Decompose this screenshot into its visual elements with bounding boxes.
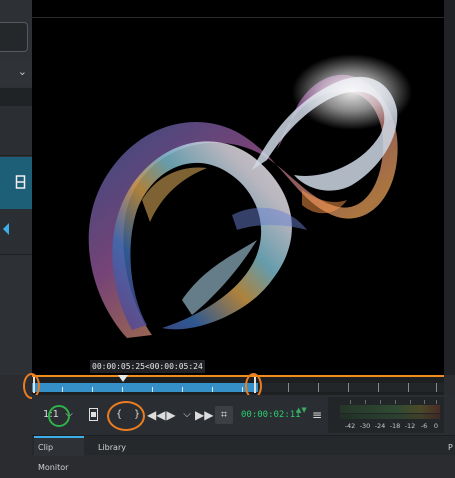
- meter-label: -30: [359, 422, 371, 430]
- ruler-tick: [182, 387, 183, 392]
- monitor-toolbar: 1:1 ⌵ { } ◀◀ ▶ ⌵ ▶▶ ⌗ 00:00:02:11 ▲▼ ≡ -…: [32, 395, 455, 435]
- forward-button[interactable]: ▶▶: [195, 406, 213, 424]
- ruler-tick: [92, 387, 93, 392]
- clip-monitor-view[interactable]: [32, 0, 455, 375]
- meter-tick: [424, 400, 425, 404]
- panel-divider: [0, 88, 32, 106]
- project-field[interactable]: [0, 22, 28, 52]
- tab-project[interactable]: P: [444, 436, 455, 456]
- dock-tab-bar: Clip Monitor Library P: [32, 435, 455, 472]
- timecode-tooltip: 00:00:05:25<00:00:05:24: [90, 360, 205, 373]
- rewind-button[interactable]: ◀◀: [147, 406, 165, 424]
- meter-label: -12: [404, 422, 416, 430]
- play-options-chevron-icon[interactable]: ⌵: [182, 406, 192, 424]
- tab-clip-monitor[interactable]: Clip Monitor: [34, 436, 84, 472]
- meter-tick: [395, 400, 396, 404]
- meter-channel-right: [340, 414, 440, 419]
- bin-item[interactable]: [0, 209, 32, 255]
- meter-tick: [350, 400, 351, 404]
- ruler-tick: [62, 387, 63, 392]
- monitor-menu-button[interactable]: ≡: [311, 406, 323, 424]
- ruler-tick: [242, 387, 243, 392]
- bin-item-selected[interactable]: [0, 157, 32, 209]
- ruler-tick: [408, 383, 409, 392]
- ruler-tick: [378, 383, 379, 392]
- ruler-tick: [212, 387, 213, 392]
- meter-channel-left: [340, 405, 440, 413]
- timecode-display[interactable]: 00:00:02:11: [241, 406, 301, 424]
- ruler-tick: [288, 383, 289, 392]
- meter-tick: [410, 400, 411, 404]
- video-frame-image: [88, 54, 412, 338]
- ruler-track: [258, 383, 444, 392]
- filter-dropdown[interactable]: ⌄: [0, 60, 32, 87]
- meter-label: -24: [374, 422, 386, 430]
- ruler-progress-line: [32, 375, 444, 377]
- monitor-ruler[interactable]: [32, 375, 444, 395]
- bin-item[interactable]: [0, 106, 32, 156]
- meter-label: 0: [433, 422, 439, 430]
- monitor-right-border: [444, 0, 455, 375]
- meter-label: -18: [389, 422, 401, 430]
- meter-label: -6: [420, 422, 428, 430]
- triangle-left-icon[interactable]: [3, 223, 9, 235]
- timecode-spin-icon[interactable]: ▲▼: [296, 406, 307, 424]
- play-button[interactable]: ▶: [164, 406, 178, 424]
- in-out-highlight: [107, 401, 145, 431]
- ruler-tick: [348, 383, 349, 392]
- playhead-triangle[interactable]: [118, 375, 128, 382]
- chevron-down-icon: ⌄: [17, 65, 27, 78]
- meter-tick: [365, 400, 366, 404]
- ruler-tick: [318, 383, 319, 392]
- crop-button[interactable]: ⌗: [215, 406, 233, 424]
- meter-tick: [436, 400, 437, 404]
- meter-label: -42: [344, 422, 356, 430]
- audio-meter: -42 -30 -24 -18 -12 -6 0: [328, 397, 444, 433]
- tab-library[interactable]: Library: [94, 436, 130, 456]
- left-panel: ⌄: [0, 0, 32, 375]
- clip-marker-fill: [91, 412, 96, 417]
- ruler-tick: [152, 387, 153, 392]
- meter-tick: [380, 400, 381, 404]
- clip-icon: [15, 175, 26, 189]
- ruler-tick: [436, 383, 437, 392]
- mark-clip-highlight: [48, 405, 70, 427]
- mark-clip-button[interactable]: [87, 406, 101, 424]
- zone-selection[interactable]: [32, 383, 258, 392]
- ruler-tick: [122, 387, 123, 392]
